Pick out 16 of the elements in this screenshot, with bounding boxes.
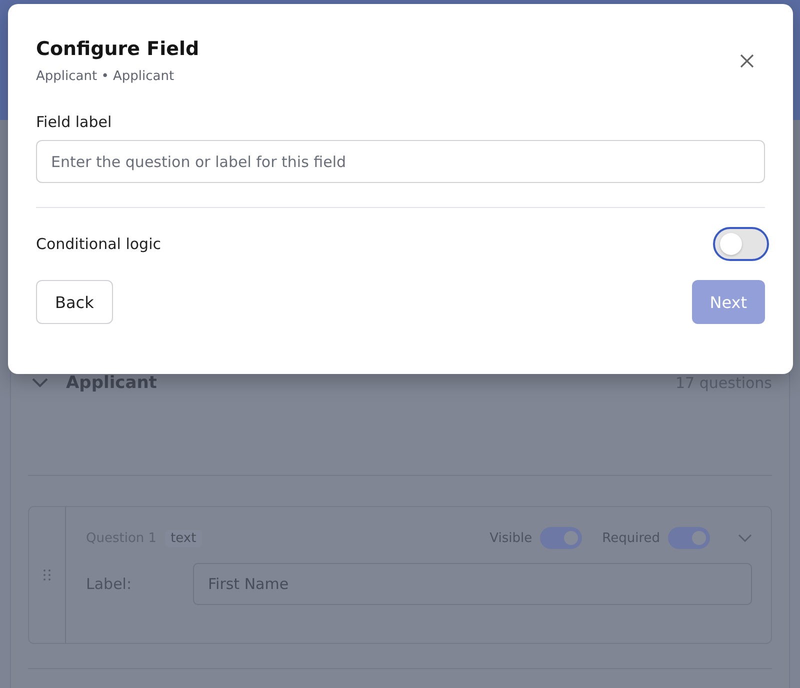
section-title: Applicant: [66, 373, 157, 393]
dialog-subtitle: Applicant • Applicant: [36, 69, 176, 84]
back-button[interactable]: Back: [36, 280, 113, 324]
chevron-icon[interactable]: [738, 534, 752, 542]
dialog-title: Configure Field: [36, 38, 200, 60]
visible-toggle[interactable]: [540, 527, 582, 549]
conditional-logic-label: Conditional logic: [36, 235, 161, 253]
field-label: Field label: [36, 113, 113, 131]
drag-handle-icon[interactable]: [43, 569, 51, 581]
chevron-icon[interactable]: [32, 378, 48, 388]
label-input[interactable]: First Name: [193, 563, 752, 605]
type-tag: text: [164, 530, 202, 546]
field-label-input[interactable]: Enter the question or label for this field: [36, 140, 765, 183]
required-toggle[interactable]: [668, 527, 710, 549]
conditional-logic-toggle[interactable]: [713, 227, 769, 261]
close-icon[interactable]: [740, 54, 754, 68]
